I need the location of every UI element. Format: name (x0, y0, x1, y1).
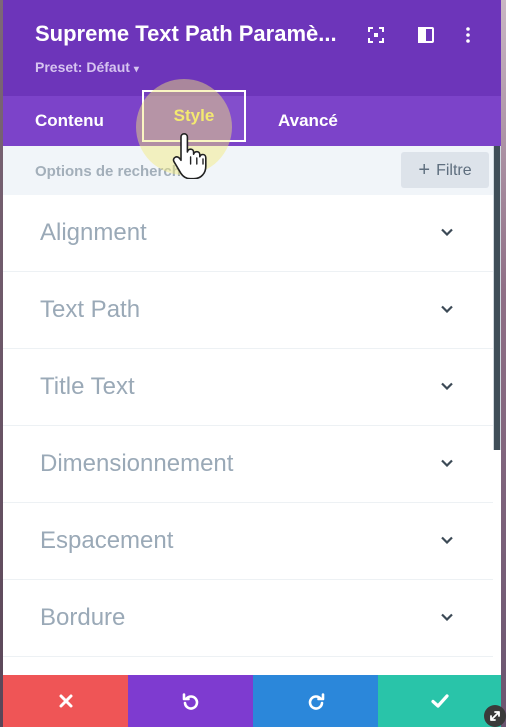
caret-down-icon: ▾ (133, 64, 139, 75)
section-label: Espacement (40, 527, 174, 554)
modal-footer (3, 675, 501, 727)
search-input[interactable] (33, 154, 397, 189)
section-dimensionnement[interactable]: Dimensionnement (3, 426, 493, 503)
tab-style-label: Style (173, 106, 215, 125)
plus-icon: + (418, 159, 431, 181)
section-label: Title Text (40, 373, 135, 400)
undo-button[interactable] (128, 675, 253, 727)
chevron-down-icon (441, 382, 453, 390)
section-label: Dimensionnement (40, 450, 234, 477)
section-espacement[interactable]: Espacement (3, 503, 493, 580)
redo-button[interactable] (253, 675, 378, 727)
preset-label: Preset: Défaut (35, 59, 130, 75)
chevron-down-icon (441, 613, 453, 621)
filter-label: Filtre (436, 162, 472, 179)
columns-icon[interactable] (417, 26, 435, 44)
module-settings-modal: Supreme Text Path Paramè... Preset: Défa… (3, 0, 501, 727)
more-vertical-icon[interactable] (459, 26, 477, 44)
resize-icon (490, 711, 500, 721)
section-alignment[interactable]: Alignment (3, 195, 493, 272)
tab-avance[interactable]: Avancé (278, 96, 338, 146)
undo-icon (182, 693, 198, 710)
section-label: Text Path (40, 296, 141, 323)
section-label: Alignment (40, 219, 147, 246)
chevron-down-icon (441, 459, 453, 467)
tab-style[interactable]: Style (142, 90, 246, 142)
check-icon (430, 694, 449, 708)
section-text-path[interactable]: Text Path (3, 272, 493, 349)
modal-title: Supreme Text Path Paramè... (35, 21, 337, 46)
resize-handle[interactable] (484, 705, 506, 727)
tab-bar: Contenu Style Avancé (3, 90, 501, 146)
chevron-down-icon (441, 228, 453, 236)
settings-section-list: Alignment Text Path Title Text Dimension… (3, 195, 493, 675)
modal-header: Supreme Text Path Paramè... Preset: Défa… (3, 0, 501, 96)
tab-contenu[interactable]: Contenu (35, 96, 104, 146)
section-title-text[interactable]: Title Text (3, 349, 493, 426)
chevron-down-icon (441, 536, 453, 544)
discard-button[interactable] (3, 675, 128, 727)
redo-icon (308, 693, 324, 710)
section-bordure[interactable]: Bordure (3, 580, 493, 657)
search-bar: + Filtre (3, 146, 501, 195)
preset-selector[interactable]: Preset: Défaut ▾ (35, 59, 139, 75)
save-button[interactable] (378, 675, 501, 727)
scrollbar-thumb[interactable] (494, 146, 500, 450)
section-label: Bordure (40, 604, 126, 631)
close-icon (59, 694, 72, 708)
filter-button[interactable]: + Filtre (401, 152, 489, 188)
chevron-down-icon (441, 305, 453, 313)
expand-icon[interactable] (367, 26, 385, 44)
